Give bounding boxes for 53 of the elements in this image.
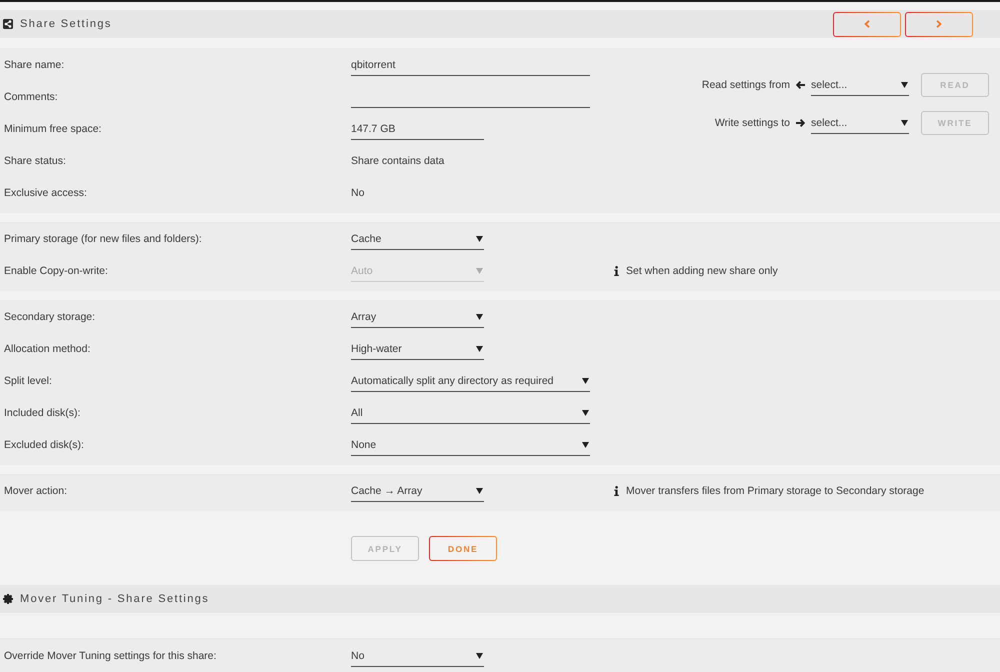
previous-button[interactable] [833,12,901,36]
dropdown[interactable]: None [351,434,590,456]
caret-icon [901,82,908,88]
field-label: Exclusive access: [4,187,88,199]
caret-icon [476,346,483,352]
caret-icon [476,314,483,320]
caret-icon [582,442,589,448]
field-label: Excluded disk(s): [4,439,85,451]
value-text: No [351,187,364,199]
field-label: Comments: [4,91,59,103]
chevron-left-icon [864,20,870,28]
caret-icon [476,268,483,274]
field-label: Allocation method: [4,343,92,355]
field-label: Split level: [4,375,53,387]
note-text: Mover transfers files from Primary storage to Secondary storage [626,485,924,497]
section-title: Share Settings [20,18,112,30]
caret-icon [901,120,908,126]
dropdown[interactable]: Cache [351,228,484,250]
text-field[interactable]: 147.7 GB [351,118,484,140]
field-label: Secondary storage: [4,311,96,323]
field-label: Share status: [4,155,67,167]
dropdown[interactable]: Array [351,306,484,328]
field-label: Primary storage (for new files and folders): [4,233,203,245]
transfer-label: Read settings from [702,79,790,91]
field-label: Mover action: [4,485,68,497]
dropdown[interactable]: Automatically split any directory as required [351,370,590,392]
chevron-right-icon [936,20,942,28]
caret-icon [476,488,483,494]
caret-icon [476,236,483,242]
caret-icon [582,410,589,416]
gear-icon [3,594,13,604]
info-icon [614,486,619,496]
text-field[interactable]: qbitorrent [351,54,590,76]
transfer-label: Write settings to [714,117,790,129]
arrow-right-icon [796,119,805,127]
dropdown[interactable]: All [351,402,590,424]
caret-icon [476,652,483,658]
dropdown[interactable]: No [351,645,484,667]
note-text: Set when adding new share only [626,265,778,277]
field-label: Share name: [4,59,66,71]
share-icon [3,19,13,29]
section-title: Mover Tuning - Share Settings [20,593,210,605]
dropdown[interactable]: Cache → Array [351,480,484,502]
value-text: Share contains data [351,155,444,167]
arrow-left-icon [796,81,805,89]
field-label: Enable Copy-on-write: [4,265,109,277]
dropdown[interactable]: High-water [351,338,484,360]
info-icon [614,266,619,276]
field-label: Included disk(s): [4,407,82,419]
field-label: Override Mover Tuning settings for this share: [4,650,218,662]
caret-icon [582,378,589,384]
field-label: Minimum free space: [4,123,102,135]
next-button[interactable] [905,12,973,36]
